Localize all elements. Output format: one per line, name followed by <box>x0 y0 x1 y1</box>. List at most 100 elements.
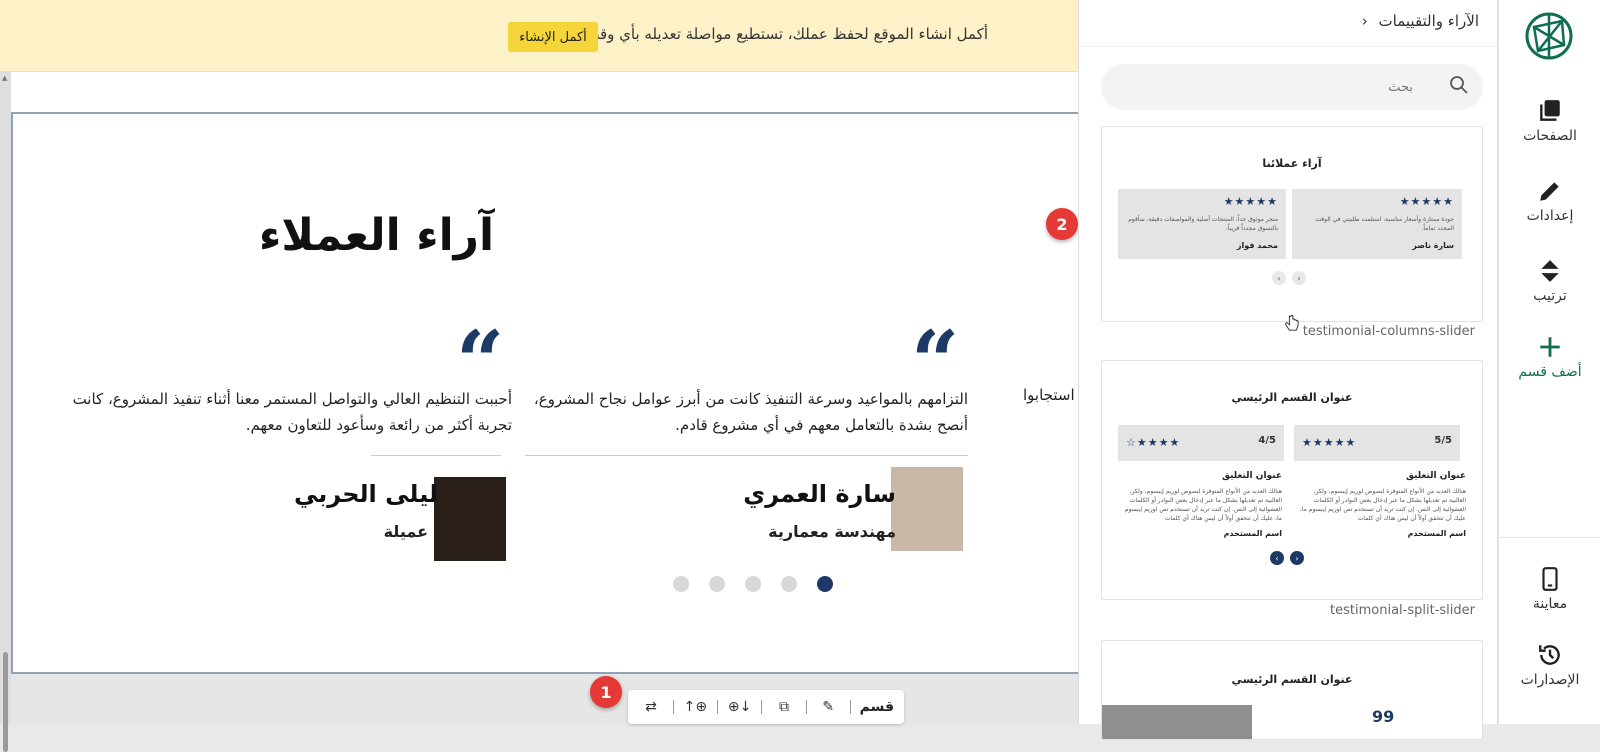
mini-name: اسم المستخدم <box>1407 529 1466 538</box>
chevron-right-icon: › <box>1292 271 1306 285</box>
nav-divider <box>1499 537 1600 538</box>
editor-area: أكمل انشاء الموقع لحفظ عملك، تستطيع مواص… <box>0 0 1078 752</box>
rating-value: 5/5 <box>1434 435 1452 446</box>
scrollbar[interactable] <box>0 72 11 752</box>
toolbar-section-label: قسم <box>859 699 894 715</box>
testimonial-name: ليلى الحربي <box>294 480 438 508</box>
testimonial-role: مهندسة معمارية <box>768 522 896 541</box>
banner-message: أكمل انشاء الموقع لحفظ عملك، تستطيع مواص… <box>585 25 988 43</box>
mini-rating-bar: ★★★★★ 5/5 <box>1294 425 1460 461</box>
brand-logo <box>1525 12 1573 60</box>
annotation-marker-2: 2 <box>1046 208 1078 240</box>
chevron-left-icon: ‹ <box>1270 551 1284 565</box>
panel-header[interactable]: الآراء والتقييمات ‹ <box>1362 12 1479 30</box>
rating-value: 4/5 <box>1258 435 1276 446</box>
nav-item-sort[interactable]: ترتيب <box>1499 258 1600 304</box>
mini-text: متجر موثوق جداً، المنتجات أصلية والمواصف… <box>1128 216 1278 232</box>
swap-icon[interactable]: ⇄ <box>638 699 664 715</box>
testimonial-divider <box>525 455 968 456</box>
slider-dot[interactable] <box>673 576 689 592</box>
pencil-icon[interactable]: ✎ <box>815 699 841 715</box>
annotation-marker-1: 1 <box>590 676 622 708</box>
section-title: آراء العملاء <box>258 210 495 261</box>
toolbar-separator <box>717 700 718 714</box>
search-input[interactable] <box>1101 64 1483 110</box>
nav-item-add-section[interactable]: أضف قسم <box>1499 334 1600 380</box>
template-card-columns-slider[interactable]: آراء عملائنا ★★★★★ جودة ممتازة وأسعار من… <box>1101 126 1483 322</box>
star-rating-icon: ★★★★★ <box>1302 436 1357 449</box>
quote-icon: 99 <box>1372 707 1395 726</box>
toolbar-separator <box>849 700 851 714</box>
comment-heading: عنوان التعليق <box>1221 471 1282 481</box>
nav-item-pages[interactable]: الصفحات <box>1499 98 1600 144</box>
nav-label: أضف قسم <box>1518 364 1582 380</box>
comment-text: هنالك العديد من الأنواع المتوفرة لنصوص ل… <box>1299 488 1466 522</box>
avatar <box>434 477 506 561</box>
template-card-split-slider[interactable]: عنوان القسم الرئيسي ★★★★★ 5/5 ★★★★☆ 4/5 … <box>1101 360 1483 600</box>
scrollbar-thumb[interactable] <box>3 652 8 752</box>
testimonial-name: سارة العمري <box>743 480 896 508</box>
mini-text: جودة ممتازة وأسعار مناسبة، استلمت طلبيتي… <box>1315 216 1454 232</box>
image-placeholder <box>1102 705 1252 739</box>
slider-dot[interactable] <box>781 576 797 592</box>
toolbar-separator <box>805 700 807 714</box>
history-icon <box>1539 645 1560 665</box>
section-toolbar: قسم ✎ ⧉ ↓⊕ ⊕↑ ⇄ <box>628 690 904 724</box>
mini-name: محمد فواز <box>1236 241 1278 250</box>
scroll-up-arrow-icon[interactable]: ▲ <box>2 74 7 82</box>
hand-cursor-icon <box>1285 314 1299 331</box>
star-rating-icon: ★★★★☆ <box>1126 436 1181 449</box>
mini-testimonial: ★★★★★ متجر موثوق جداً، المنتجات أصلية وا… <box>1118 189 1286 259</box>
nav-label: ترتيب <box>1533 288 1567 304</box>
nav-label: الصفحات <box>1523 128 1577 144</box>
nav-item-preview[interactable]: معاينة <box>1499 566 1600 612</box>
slider-dot-active[interactable] <box>817 576 833 592</box>
chevron-right-icon: › <box>1290 551 1304 565</box>
card-title: عنوان القسم الرئيسي <box>1231 391 1353 404</box>
canvas-spacer <box>11 72 1078 112</box>
testimonials-section[interactable]: آراء العملاء “ التزامهم بالمواعيد وسرعة … <box>11 112 1078 674</box>
testimonial-text: أحببت التنظيم العالي والتواصل المستمر مع… <box>72 390 512 434</box>
sort-icon <box>1541 260 1559 282</box>
card-label: testimonial-split-slider <box>1330 603 1475 618</box>
add-above-icon[interactable]: ⊕↑ <box>682 699 708 715</box>
add-below-icon[interactable]: ↓⊕ <box>727 699 753 715</box>
template-card-3[interactable]: عنوان القسم الرئيسي 99 <box>1101 640 1483 740</box>
search-icon <box>1450 76 1468 94</box>
pages-icon <box>1540 100 1560 121</box>
nav-item-settings[interactable]: إعدادات <box>1499 178 1600 224</box>
nav-label: الإصدارات <box>1520 672 1580 688</box>
toolbar-separator <box>761 700 763 714</box>
mini-name: اسم المستخدم <box>1223 529 1282 538</box>
mini-testimonial: ★★★★★ جودة ممتازة وأسعار مناسبة، استلمت … <box>1292 189 1462 259</box>
plus-icon <box>1540 337 1560 357</box>
comment-text: هنالك العديد من الأنواع المتوفرة لنصوص ل… <box>1124 488 1282 522</box>
star-rating-icon: ★★★★★ <box>1399 195 1454 208</box>
sections-panel: الآراء والتقييمات ‹ آراء عملائنا ★★★★★ ج… <box>1078 0 1499 740</box>
slider-dot[interactable] <box>709 576 725 592</box>
comment-heading: عنوان التعليق <box>1405 471 1466 481</box>
copy-icon[interactable]: ⧉ <box>771 699 797 715</box>
testimonial-text-partial: استجابوا <box>1023 386 1075 404</box>
card-title: عنوان القسم الرئيسي <box>1231 673 1353 686</box>
notice-banner: أكمل انشاء الموقع لحفظ عملك، تستطيع مواص… <box>0 0 1078 72</box>
toolbar-separator <box>672 700 674 714</box>
pencil-icon <box>1540 182 1559 201</box>
mini-name: سارة ناصر <box>1412 241 1454 250</box>
mobile-icon <box>1542 567 1558 591</box>
panel-title: الآراء والتقييمات <box>1378 12 1479 30</box>
testimonial-text: التزامهم بالمواعيد وسرعة التنفيذ كانت من… <box>533 390 968 434</box>
avatar <box>891 467 963 551</box>
nav-item-versions[interactable]: الإصدارات <box>1499 642 1600 688</box>
card-title: آراء عملائنا <box>1262 157 1322 170</box>
card-label: testimonial-columns-slider <box>1302 324 1475 339</box>
testimonial-divider <box>371 455 501 456</box>
slider-dot[interactable] <box>745 576 761 592</box>
star-rating-icon: ★★★★★ <box>1223 195 1278 208</box>
nav-label: إعدادات <box>1526 208 1574 224</box>
chevron-left-icon[interactable]: ‹ <box>1362 12 1368 30</box>
nav-label: معاينة <box>1532 596 1568 612</box>
mini-rating-bar: ★★★★☆ 4/5 <box>1118 425 1284 461</box>
testimonial-role: عميلة <box>383 522 428 541</box>
complete-creation-button[interactable]: أكمل الإنشاء <box>508 22 598 52</box>
